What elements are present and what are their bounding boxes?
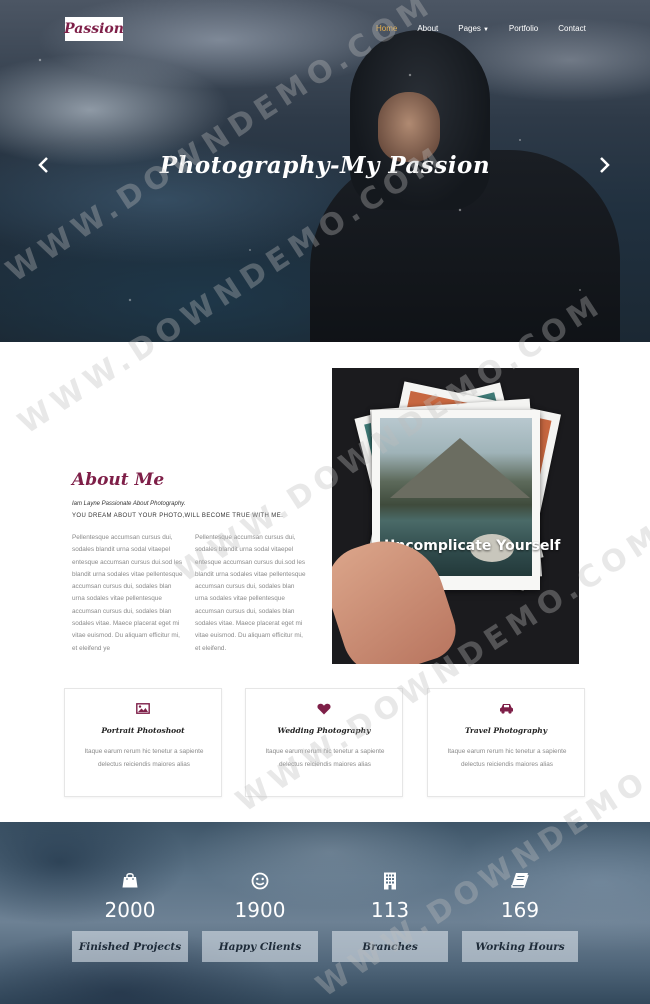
stat-label: Finished Projects <box>72 931 188 962</box>
stat-value: 1900 <box>234 898 286 922</box>
hero-slider: Passion Home About Pages ▼ Portfolio Cont… <box>0 0 650 342</box>
mountain-shape <box>390 438 530 498</box>
service-card[interactable]: Portrait Photoshoot Itaque earum rerum h… <box>64 688 222 797</box>
service-text: Itaque earum rerum hic tenetur a sapient… <box>84 748 204 768</box>
main-nav: Home About Pages ▼ Portfolio Contact <box>376 24 606 33</box>
stat-label: Working Hours <box>462 931 578 962</box>
stat-label: Branches <box>332 931 448 962</box>
car-icon <box>428 703 584 714</box>
building-icon <box>332 872 448 890</box>
stat-value: 2000 <box>104 898 156 922</box>
hero-title: Photography-My Passion <box>159 152 491 179</box>
shopping-bag-icon <box>72 872 188 890</box>
nav-home[interactable]: Home <box>376 24 397 33</box>
service-card[interactable]: Wedding Photography Itaque earum rerum h… <box>245 688 403 797</box>
service-text: Itaque earum rerum hic tenetur a sapient… <box>447 748 567 768</box>
about-text-column-2: Pellentesque accumsan cursus dui, sodale… <box>195 534 306 652</box>
service-card[interactable]: Travel Photography Itaque earum rerum hi… <box>427 688 585 797</box>
nav-pages[interactable]: Pages ▼ <box>458 24 489 33</box>
stat-branches: 113 Branches <box>332 872 448 962</box>
site-logo[interactable]: Passion <box>64 17 124 41</box>
smiley-icon <box>202 872 318 890</box>
services-section: Portrait Photoshoot Itaque earum rerum h… <box>0 688 650 798</box>
nav-about[interactable]: About <box>417 24 438 33</box>
service-title: Portrait Photoshoot <box>101 726 185 735</box>
stat-happy-clients: 1900 Happy Clients <box>202 872 318 962</box>
caret-down-icon: ▼ <box>482 27 489 33</box>
stat-label: Happy Clients <box>202 931 318 962</box>
service-title: Travel Photography <box>464 726 548 735</box>
service-title: Wedding Photography <box>277 726 371 735</box>
chevron-right-icon <box>600 157 610 173</box>
stats-section: 2000 Finished Projects 1900 Happy Client… <box>0 822 650 1004</box>
nav-contact[interactable]: Contact <box>558 24 586 33</box>
slider-next-button[interactable] <box>596 152 614 178</box>
book-icon <box>462 872 578 890</box>
about-subtitle: Iam Layne Passionate About Photography. <box>72 501 186 507</box>
site-logo-text: Passion <box>64 21 124 37</box>
about-title: About Me <box>72 470 165 490</box>
about-image: Uncomplicate Yourself <box>332 368 579 664</box>
stat-finished-projects: 2000 Finished Projects <box>72 872 188 962</box>
service-text: Itaque earum rerum hic tenetur a sapient… <box>265 748 385 768</box>
page: Passion Home About Pages ▼ Portfolio Cont… <box>0 0 650 1004</box>
nav-pages-label: Pages <box>458 24 481 33</box>
stat-value: 113 <box>370 898 410 922</box>
heart-icon <box>246 703 402 715</box>
about-tagline: YOU DREAM ABOUT YOUR PHOTO,WILL BECOME T… <box>72 513 284 519</box>
stat-value: 169 <box>500 898 540 922</box>
nav-portfolio[interactable]: Portfolio <box>509 24 538 33</box>
image-icon <box>65 703 221 714</box>
about-text-column-1: Pellentesque accumsan cursus dui, sodale… <box>72 534 183 652</box>
stat-working-hours: 169 Working Hours <box>462 872 578 962</box>
